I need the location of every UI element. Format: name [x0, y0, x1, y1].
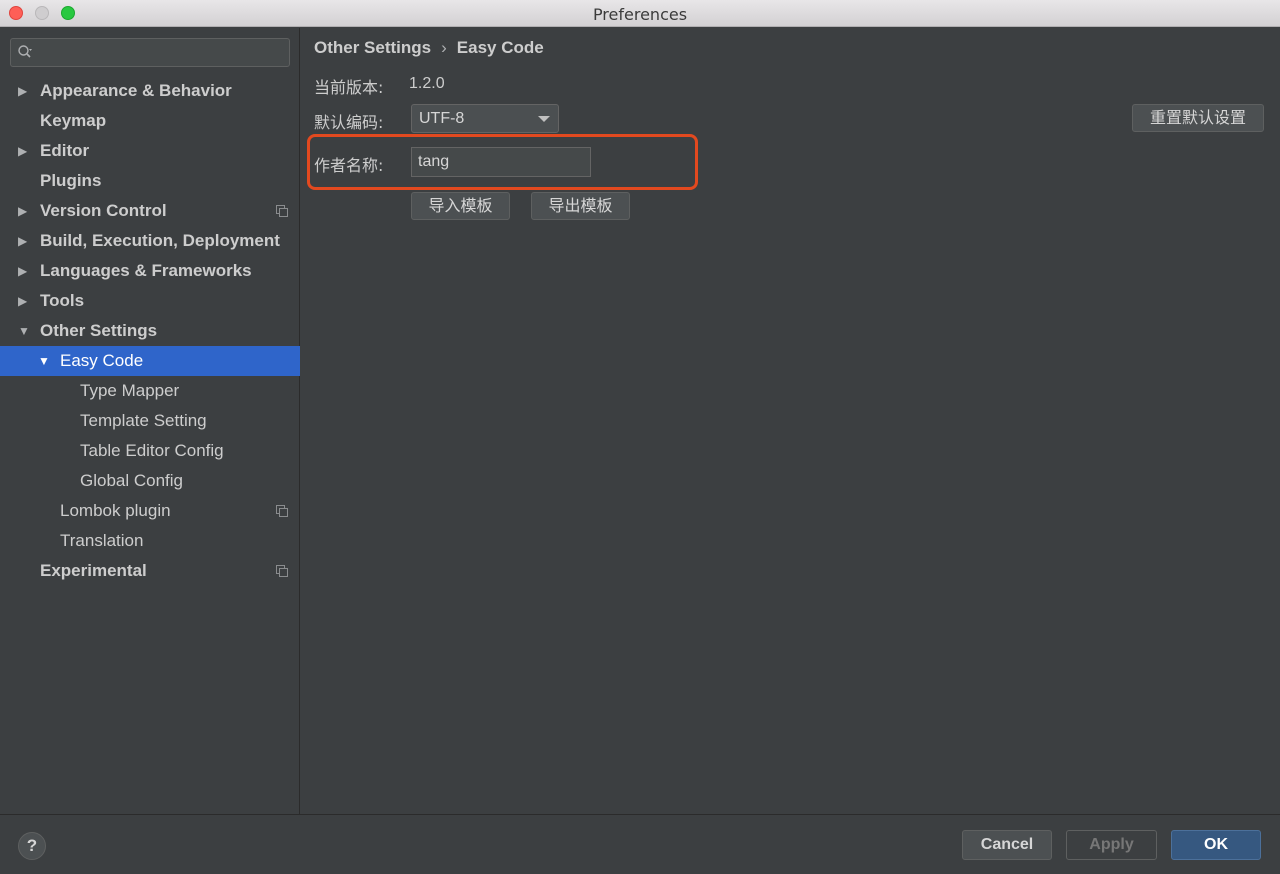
sidebar-item-label: Template Setting	[80, 411, 207, 430]
author-name-input[interactable]	[411, 147, 591, 177]
search-field[interactable]	[10, 38, 290, 67]
sidebar-item-keymap[interactable]: Keymap	[0, 106, 300, 136]
help-button[interactable]: ?	[18, 832, 46, 860]
sidebar-item-build-execution-deployment[interactable]: ▶ Build, Execution, Deployment	[0, 226, 300, 256]
breadcrumb: Other Settings › Easy Code	[314, 38, 544, 58]
search-icon	[18, 45, 32, 58]
project-settings-icon	[276, 505, 288, 517]
import-template-button[interactable]: 导入模板	[411, 192, 510, 220]
sidebar-item-label: Build, Execution, Deployment	[40, 231, 280, 250]
sidebar-item-label: Tools	[40, 291, 85, 310]
collapsed-arrow-icon[interactable]: ▶	[18, 136, 27, 166]
expanded-arrow-icon[interactable]: ▼	[38, 346, 50, 376]
window-title: Preferences	[592, 5, 688, 24]
sidebar-item-type-mapper[interactable]: Type Mapper	[0, 376, 300, 406]
sidebar-item-label: Other Settings	[40, 321, 158, 340]
sidebar-item-label: Table Editor Config	[80, 441, 224, 460]
sidebar-item-label: Global Config	[80, 471, 184, 490]
apply-button[interactable]: Apply	[1066, 830, 1157, 860]
sidebar-item-label: Editor	[40, 141, 90, 160]
sidebar-item-template-setting[interactable]: Template Setting	[0, 406, 300, 436]
collapsed-arrow-icon[interactable]: ▶	[18, 196, 27, 226]
ok-button[interactable]: OK	[1171, 830, 1261, 860]
sidebar-item-label: Lombok plugin	[60, 501, 171, 520]
sidebar-item-label: Easy Code	[60, 351, 144, 370]
export-template-button[interactable]: 导出模板	[531, 192, 630, 220]
collapsed-arrow-icon[interactable]: ▶	[18, 226, 27, 256]
sidebar-item-table-editor-config[interactable]: Table Editor Config	[0, 436, 300, 466]
sidebar-item-label: Version Control	[40, 201, 167, 220]
project-settings-icon	[276, 565, 288, 577]
sidebar-item-easy-code[interactable]: ▼ Easy Code	[0, 346, 300, 376]
sidebar-item-translation[interactable]: Translation	[0, 526, 300, 556]
search-input[interactable]	[37, 42, 285, 63]
sidebar-item-global-config[interactable]: Global Config	[0, 466, 300, 496]
sidebar-item-label: Appearance & Behavior	[40, 81, 232, 100]
sidebar-item-label: Experimental	[40, 561, 147, 580]
reset-defaults-button[interactable]: 重置默认设置	[1132, 104, 1264, 132]
dialog-footer: ? Cancel Apply OK	[0, 814, 1280, 874]
sidebar-item-other-settings[interactable]: ▼ Other Settings	[0, 316, 300, 346]
version-value: 1.2.0	[409, 75, 445, 92]
project-settings-icon	[276, 205, 288, 217]
breadcrumb-current: Easy Code	[456, 38, 544, 57]
encoding-label: 默认编码:	[314, 113, 384, 132]
settings-sidebar: ▶ Appearance & Behavior Keymap ▶ Editor Plugi…	[0, 28, 300, 814]
sidebar-item-label: Type Mapper	[80, 381, 180, 400]
sidebar-item-tools[interactable]: ▶ Tools	[0, 286, 300, 316]
sidebar-item-version-control[interactable]: ▶ Version Control	[0, 196, 300, 226]
sidebar-item-lombok-plugin[interactable]: Lombok plugin	[0, 496, 300, 526]
version-label: 当前版本:	[314, 78, 384, 97]
chevron-down-icon	[538, 116, 550, 122]
cancel-button[interactable]: Cancel	[962, 830, 1052, 860]
sidebar-item-languages-frameworks[interactable]: ▶ Languages & Frameworks	[0, 256, 300, 286]
collapsed-arrow-icon[interactable]: ▶	[18, 256, 27, 286]
sidebar-item-label: Keymap	[40, 111, 107, 130]
author-label: 作者名称:	[314, 156, 384, 175]
settings-panel: Other Settings › Easy Code 当前版本: 1.2.0 默认编…	[301, 28, 1280, 814]
encoding-select[interactable]: UTF-8	[411, 104, 559, 133]
expanded-arrow-icon[interactable]: ▼	[18, 316, 30, 346]
sidebar-item-label: Plugins	[40, 171, 102, 190]
sidebar-item-label: Languages & Frameworks	[40, 261, 252, 280]
sidebar-item-experimental[interactable]: Experimental	[0, 556, 300, 586]
collapsed-arrow-icon[interactable]: ▶	[18, 76, 27, 106]
breadcrumb-parent[interactable]: Other Settings	[314, 38, 431, 57]
title-bar: Preferences	[0, 0, 1280, 27]
sidebar-item-appearance-behavior[interactable]: ▶ Appearance & Behavior	[0, 76, 300, 106]
encoding-select-value: UTF-8	[419, 110, 465, 127]
breadcrumb-separator-icon: ›	[441, 38, 447, 57]
sidebar-item-plugins[interactable]: Plugins	[0, 166, 300, 196]
sidebar-item-label: Translation	[60, 531, 144, 550]
settings-tree: ▶ Appearance & Behavior Keymap ▶ Editor Plugi…	[0, 76, 300, 586]
sidebar-item-editor[interactable]: ▶ Editor	[0, 136, 300, 166]
collapsed-arrow-icon[interactable]: ▶	[18, 286, 27, 316]
